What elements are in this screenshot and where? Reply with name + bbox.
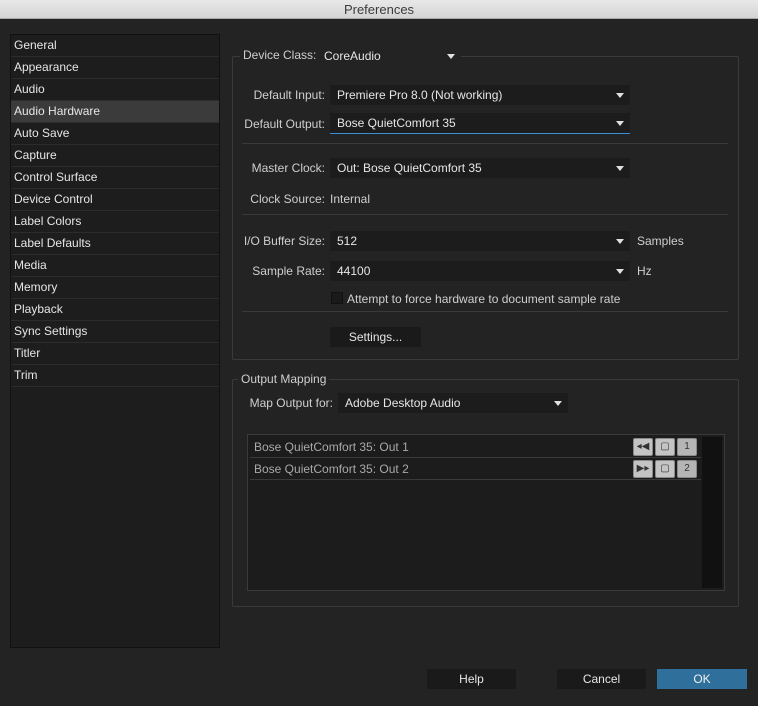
preferences-sidebar: General Appearance Audio Audio Hardware … (10, 34, 220, 648)
sidebar-item-label-defaults[interactable]: Label Defaults (11, 233, 219, 255)
map-output-value: Adobe Desktop Audio (345, 396, 461, 410)
scrollbar[interactable] (702, 437, 722, 588)
device-class-value: CoreAudio (324, 49, 381, 63)
chevron-down-icon (616, 239, 624, 244)
output-mapping-list[interactable]: Bose QuietComfort 35: Out 1 ◂◀ ▢ 1 Bose … (247, 434, 725, 591)
sidebar-item-device-control[interactable]: Device Control (11, 189, 219, 211)
sidebar-item-audio-hardware[interactable]: Audio Hardware (11, 101, 219, 123)
default-output-value: Bose QuietComfort 35 (337, 116, 456, 130)
speaker-right-icon[interactable]: ▶▸ (633, 460, 653, 478)
sidebar-item-label-colors[interactable]: Label Colors (11, 211, 219, 233)
io-buffer-label: I/O Buffer Size: (243, 234, 325, 248)
list-item[interactable]: Bose QuietComfort 35: Out 2 ▶▸ ▢ 2 (250, 459, 701, 480)
clock-source-value: Internal (330, 192, 371, 206)
io-buffer-value: 512 (337, 234, 358, 248)
chevron-down-icon (616, 121, 624, 126)
map-output-label: Map Output for: (249, 396, 333, 410)
sidebar-item-auto-save[interactable]: Auto Save (11, 123, 219, 145)
default-output-label: Default Output: (244, 117, 325, 131)
master-clock-label: Master Clock: (251, 161, 325, 175)
sample-rate-value: 44100 (337, 264, 371, 278)
speaker-left-icon[interactable]: ◂◀ (633, 438, 653, 456)
sample-rate-dropdown[interactable]: 44100 (330, 261, 630, 281)
default-output-dropdown[interactable]: Bose QuietComfort 35 (330, 113, 630, 134)
force-sample-rate-label: Attempt to force hardware to document sa… (347, 292, 621, 306)
cancel-button[interactable]: Cancel (557, 669, 646, 689)
sidebar-item-appearance[interactable]: Appearance (11, 57, 219, 79)
master-clock-dropdown[interactable]: Out: Bose QuietComfort 35 (330, 158, 630, 178)
clock-source-label: Clock Source: (250, 192, 325, 206)
device-class-dropdown[interactable]: CoreAudio (317, 46, 461, 66)
sidebar-item-media[interactable]: Media (11, 255, 219, 277)
ok-button[interactable]: OK (657, 669, 747, 689)
sidebar-item-sync-settings[interactable]: Sync Settings (11, 321, 219, 343)
chevron-down-icon (616, 269, 624, 274)
sidebar-item-playback[interactable]: Playback (11, 299, 219, 321)
window-title: Preferences (0, 0, 758, 19)
channel-number-badge: 1 (677, 438, 697, 456)
sidebar-item-control-surface[interactable]: Control Surface (11, 167, 219, 189)
chevron-down-icon (447, 54, 455, 59)
sample-rate-unit: Hz (637, 264, 652, 278)
force-sample-rate-checkbox[interactable] (331, 292, 343, 304)
channel-box-icon[interactable]: ▢ (655, 438, 675, 456)
output-mapping-legend: Output Mapping (238, 372, 330, 386)
sample-rate-label: Sample Rate: (252, 264, 325, 278)
device-class-label: Device Class: (240, 48, 320, 62)
default-input-dropdown[interactable]: Premiere Pro 8.0 (Not working) (330, 85, 630, 105)
io-buffer-unit: Samples (637, 234, 684, 248)
sidebar-item-capture[interactable]: Capture (11, 145, 219, 167)
sidebar-item-audio[interactable]: Audio (11, 79, 219, 101)
sidebar-item-memory[interactable]: Memory (11, 277, 219, 299)
sidebar-item-trim[interactable]: Trim (11, 365, 219, 387)
default-input-label: Default Input: (253, 88, 325, 102)
chevron-down-icon (616, 93, 624, 98)
divider (242, 143, 728, 144)
master-clock-value: Out: Bose QuietComfort 35 (337, 161, 482, 175)
chevron-down-icon (616, 166, 624, 171)
list-item[interactable]: Bose QuietComfort 35: Out 1 ◂◀ ▢ 1 (250, 437, 701, 458)
divider (242, 311, 728, 312)
io-buffer-dropdown[interactable]: 512 (330, 231, 630, 251)
list-item-label: Bose QuietComfort 35: Out 1 (254, 440, 409, 454)
channel-number-badge: 2 (677, 460, 697, 478)
sidebar-item-general[interactable]: General (11, 35, 219, 57)
settings-button[interactable]: Settings... (330, 327, 421, 347)
sidebar-item-titler[interactable]: Titler (11, 343, 219, 365)
channel-box-icon[interactable]: ▢ (655, 460, 675, 478)
map-output-dropdown[interactable]: Adobe Desktop Audio (338, 393, 568, 413)
default-input-value: Premiere Pro 8.0 (Not working) (337, 88, 503, 102)
help-button[interactable]: Help (427, 669, 516, 689)
list-item-label: Bose QuietComfort 35: Out 2 (254, 462, 409, 476)
divider (242, 214, 728, 215)
chevron-down-icon (554, 401, 562, 406)
